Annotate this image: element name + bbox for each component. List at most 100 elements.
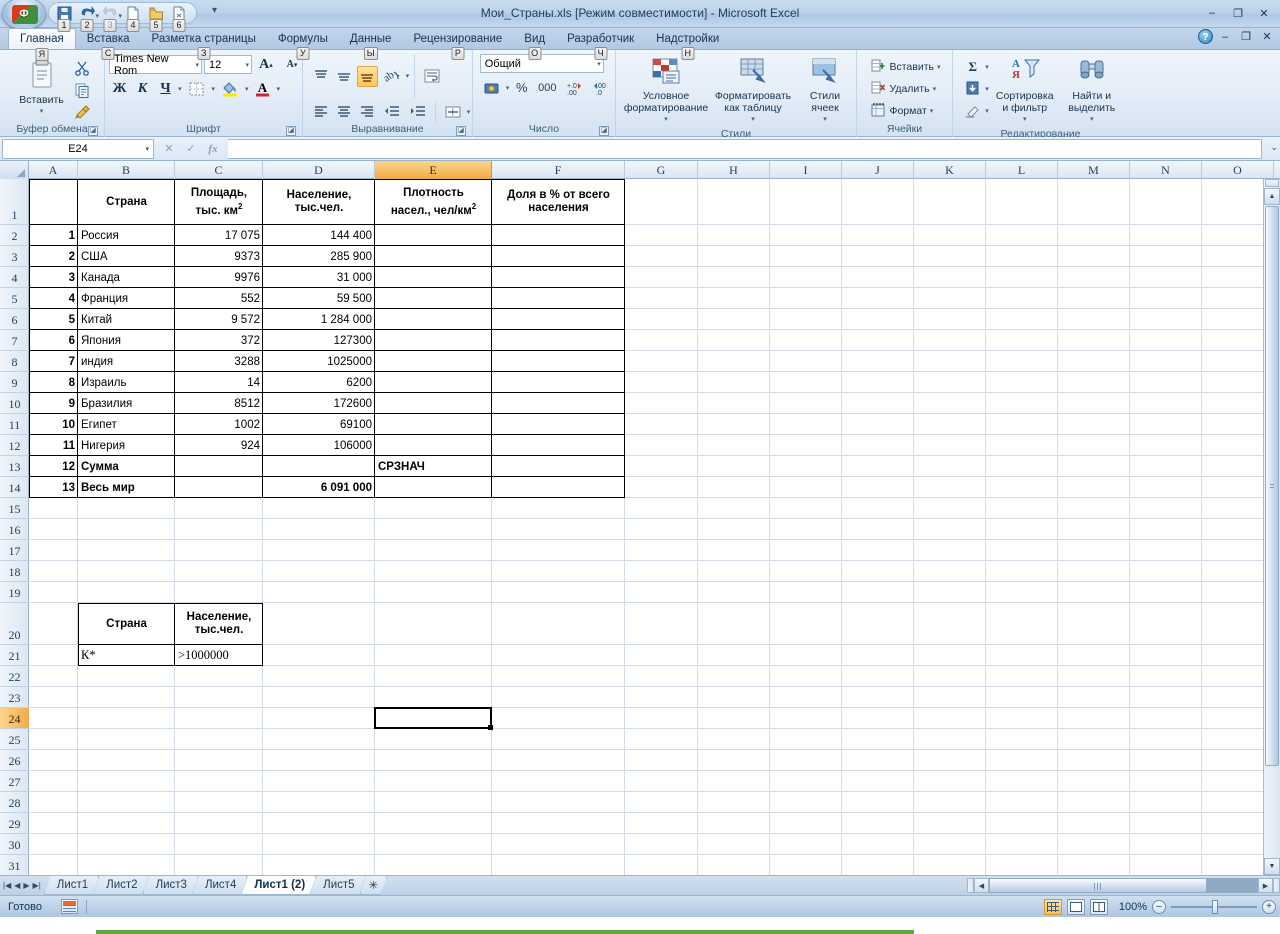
header-cell-C1[interactable]: Площадь, тыс. км2 (175, 179, 263, 225)
vertical-scrollbar[interactable]: ▲ ▼ (1263, 179, 1280, 875)
cell-area-4[interactable]: 9976 (175, 267, 263, 288)
cell-area-2[interactable]: 17 075 (175, 225, 263, 246)
clipboard-dialog-launcher[interactable]: ◪ (88, 126, 98, 136)
font-name-dropdown-icon[interactable]: ▾ (191, 61, 199, 69)
decrease-decimal-button[interactable]: .00.0 (589, 77, 614, 98)
row-header-30[interactable]: 30 (0, 834, 29, 855)
zoom-out-button[interactable]: – (1152, 899, 1166, 914)
merge-cells-button[interactable] (441, 101, 465, 122)
cell-index-10[interactable]: 9 (29, 393, 78, 414)
sheet-tab-list2[interactable]: Лист2 (93, 876, 148, 895)
close-window-button[interactable]: ✕ (1252, 4, 1276, 22)
cell-country-2[interactable]: Россия (78, 225, 175, 246)
zoom-level[interactable]: 100% (1113, 901, 1147, 913)
cell-share-7[interactable] (492, 330, 625, 351)
underline-dropdown-icon[interactable]: ▾ (178, 85, 182, 93)
row-header-2[interactable]: 2 (0, 225, 29, 246)
name-box[interactable]: E24 ▾ (2, 138, 154, 159)
cell-density-3[interactable] (375, 246, 492, 267)
restore-ribbon-button[interactable]: ❐ (1237, 30, 1255, 43)
find-select-button[interactable]: Найти и выделить ▾ (1061, 54, 1123, 128)
column-header-D[interactable]: D (263, 161, 375, 179)
row-header-14[interactable]: 14 (0, 477, 29, 498)
clear-dropdown-icon[interactable]: ▾ (985, 107, 989, 115)
cell-index-12[interactable]: 11 (29, 435, 78, 456)
cell-population-11[interactable]: 69100 (263, 414, 375, 435)
cell-share-13[interactable] (492, 456, 625, 477)
cell-share-2[interactable] (492, 225, 625, 246)
cell-population-5[interactable]: 59 500 (263, 288, 375, 309)
paste-button[interactable]: Вставить ▾ (12, 54, 72, 120)
cell-share-12[interactable] (492, 435, 625, 456)
cell-area-11[interactable]: 1002 (175, 414, 263, 435)
font-size-dropdown-icon[interactable]: ▾ (241, 61, 249, 69)
cell-index-9[interactable]: 8 (29, 372, 78, 393)
cell-population-9[interactable]: 6200 (263, 372, 375, 393)
cell-area-10[interactable]: 8512 (175, 393, 263, 414)
cell-population-6[interactable]: 1 284 000 (263, 309, 375, 330)
criteria-header-C20[interactable]: Население, тыс.чел. (175, 603, 263, 645)
insert-function-button[interactable]: fx (202, 139, 224, 159)
macro-record-icon[interactable] (61, 899, 78, 914)
vertical-scroll-thumb[interactable] (1265, 206, 1279, 766)
insert-cells-dropdown-icon[interactable]: ▾ (937, 63, 941, 71)
cell-area-14[interactable] (175, 477, 263, 498)
cut-button[interactable] (72, 57, 93, 78)
scroll-up-button[interactable]: ▲ (1264, 188, 1280, 205)
page-break-view-button[interactable] (1090, 898, 1108, 915)
cell-area-12[interactable]: 924 (175, 435, 263, 456)
align-right-button[interactable] (357, 101, 378, 122)
header-cell-D1[interactable]: Население, тыс.чел. (263, 179, 375, 225)
zoom-slider-handle[interactable] (1212, 899, 1218, 914)
row-header-19[interactable]: 19 (0, 582, 29, 603)
sheet-tab-list5[interactable]: Лист5 (310, 876, 365, 895)
cell-country-14[interactable]: Весь мир (78, 477, 175, 498)
font-name-input[interactable]: Times New Rom ▾ (109, 53, 202, 77)
horizontal-split-handle[interactable] (1273, 878, 1280, 893)
cell-population-2[interactable]: 144 400 (263, 225, 375, 246)
cell-population-13[interactable] (263, 456, 375, 477)
scroll-left-button[interactable]: ◀ (974, 878, 989, 893)
select-all-button[interactable] (0, 161, 29, 179)
criteria-value-B21[interactable]: К* (78, 645, 175, 666)
minimize-window-button[interactable]: – (1200, 4, 1224, 22)
font-color-dropdown-icon[interactable]: ▾ (277, 85, 281, 93)
cell-share-14[interactable] (492, 477, 625, 498)
column-header-C[interactable]: C (175, 161, 263, 179)
decrease-indent-button[interactable] (380, 101, 404, 122)
close-workbook-button[interactable]: ✕ (1258, 30, 1276, 43)
zoom-slider[interactable] (1171, 899, 1257, 914)
row-header-27[interactable]: 27 (0, 771, 29, 792)
next-sheet-button[interactable]: ▶ (23, 881, 29, 890)
row-header-3[interactable]: 3 (0, 246, 29, 267)
row-header-5[interactable]: 5 (0, 288, 29, 309)
tab-data[interactable]: Данные Ы (339, 28, 403, 60)
percent-format-button[interactable]: % (511, 77, 532, 98)
cell-population-3[interactable]: 285 900 (263, 246, 375, 267)
orientation-dropdown-icon[interactable]: ▾ (406, 72, 410, 80)
split-pane-handle[interactable] (1265, 179, 1279, 187)
cell-index-5[interactable]: 4 (29, 288, 78, 309)
first-sheet-button[interactable]: |◀ (3, 881, 11, 890)
cell-area-3[interactable]: 9373 (175, 246, 263, 267)
align-top-button[interactable] (311, 66, 332, 87)
autosum-dropdown-icon[interactable]: ▾ (985, 63, 989, 71)
header-cell-F1[interactable]: Доля в % от всего населения (492, 179, 625, 225)
align-left-button[interactable] (311, 101, 332, 122)
cell-country-13[interactable]: Сумма (78, 456, 175, 477)
sheet-tab-list1-copy[interactable]: Лист1 (2) (241, 876, 316, 895)
row-header-6[interactable]: 6 (0, 309, 29, 330)
format-cells-dropdown-icon[interactable]: ▾ (930, 107, 934, 115)
cell-index-14[interactable]: 13 (29, 477, 78, 498)
cell-density-10[interactable] (375, 393, 492, 414)
cell-density-6[interactable] (375, 309, 492, 330)
copy-button[interactable] (72, 79, 93, 100)
horizontal-scroll-thumb[interactable] (989, 878, 1207, 893)
row-header-24[interactable]: 24 (0, 708, 29, 729)
format-as-table-button[interactable]: Форматировать как таблицу ▾ (711, 54, 795, 128)
underline-button[interactable]: Ч (155, 78, 176, 99)
autosum-button[interactable]: Σ (962, 56, 983, 77)
name-box-dropdown-icon[interactable]: ▾ (145, 145, 149, 153)
cell-population-12[interactable]: 106000 (263, 435, 375, 456)
cell-index-4[interactable]: 3 (29, 267, 78, 288)
